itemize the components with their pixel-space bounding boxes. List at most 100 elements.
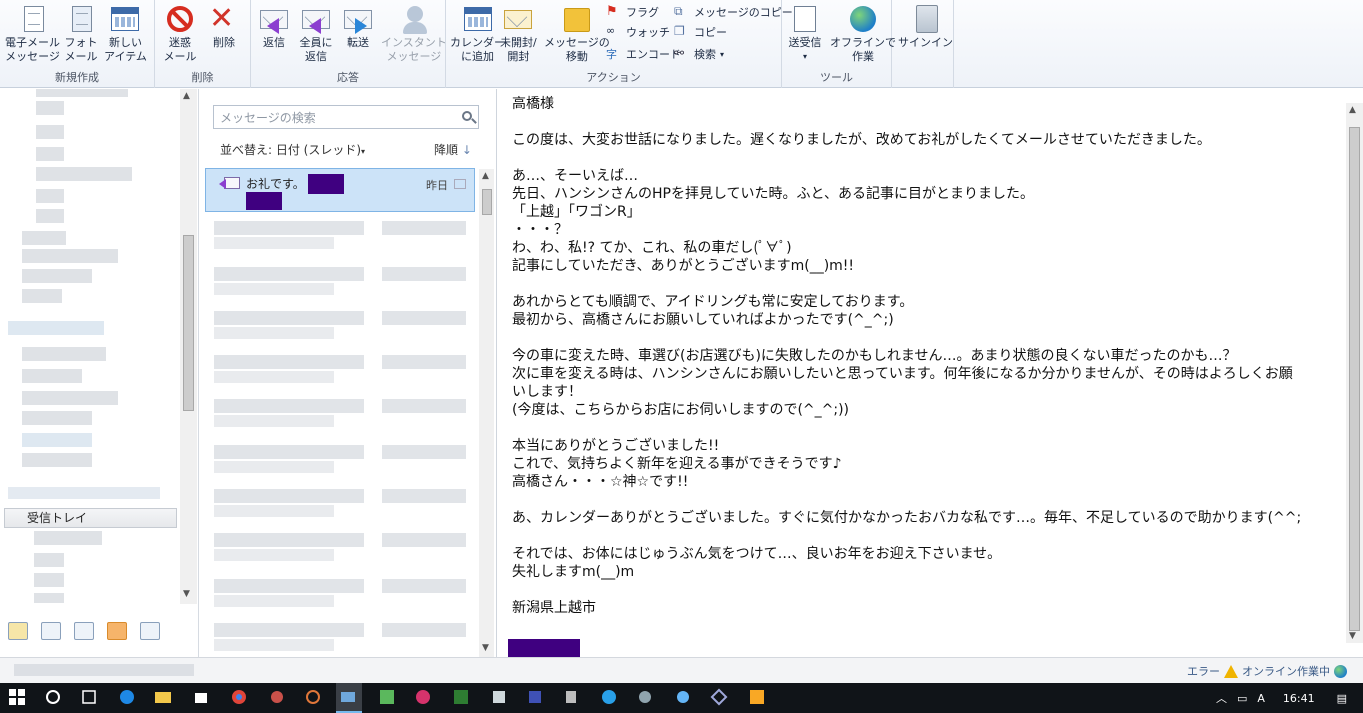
list-item[interactable] — [214, 221, 468, 251]
list-item[interactable] — [214, 399, 468, 429]
folder-item-blurred[interactable] — [36, 209, 64, 223]
folder-scrollbar[interactable]: ▲ ▼ — [180, 89, 197, 604]
unread-button[interactable]: 未開封/ 開封 — [500, 2, 537, 64]
cortana-icon[interactable] — [44, 688, 64, 708]
reply-button[interactable]: 返信 — [257, 2, 291, 50]
store-icon[interactable] — [192, 688, 212, 708]
chevron-up-icon[interactable]: ︿ — [1216, 690, 1227, 706]
folder-item-blurred[interactable] — [22, 391, 118, 405]
reading-scrollbar[interactable]: ▲ ▼ — [1346, 103, 1363, 643]
folder-item-blurred[interactable] — [36, 101, 64, 115]
battery-icon[interactable]: ▭ — [1237, 692, 1247, 705]
list-item[interactable] — [214, 311, 468, 341]
internet-explorer-icon[interactable] — [600, 688, 620, 708]
scroll-down-icon[interactable]: ▼ — [183, 589, 190, 599]
folder-item-blurred[interactable] — [34, 593, 64, 603]
calendar-module-icon[interactable] — [41, 622, 61, 640]
folder-item-blurred[interactable] — [36, 167, 132, 181]
app-icon[interactable] — [490, 688, 510, 708]
app-icon[interactable] — [526, 688, 546, 708]
list-item[interactable] — [214, 445, 468, 475]
encode-button[interactable]: 字 エンコード — [606, 44, 681, 64]
folder-item-blurred[interactable] — [8, 487, 160, 499]
folder-item-blurred[interactable] — [8, 321, 104, 335]
folder-item-blurred[interactable] — [36, 147, 64, 161]
feeds-module-icon[interactable] — [107, 622, 127, 640]
scroll-thumb[interactable] — [482, 189, 492, 215]
music-icon[interactable] — [414, 688, 434, 708]
folder-item-blurred[interactable] — [22, 433, 92, 447]
list-item[interactable] — [214, 489, 468, 519]
windows-start-icon[interactable] — [8, 688, 28, 708]
copy-message-button[interactable]: ⧉ メッセージのコピー — [674, 2, 793, 22]
junk-button[interactable]: 迷惑 メール — [163, 2, 197, 64]
app-icon[interactable] — [562, 688, 582, 708]
folder-item-blurred[interactable] — [22, 453, 92, 467]
app-icon[interactable] — [268, 688, 288, 708]
app-icon[interactable] — [304, 688, 324, 708]
list-item[interactable] — [214, 355, 468, 385]
app-icon[interactable] — [710, 688, 730, 708]
app-icon[interactable] — [636, 688, 656, 708]
mail-module-icon[interactable] — [8, 622, 28, 640]
folder-item-blurred[interactable] — [36, 89, 128, 97]
folder-item-blurred[interactable] — [22, 411, 92, 425]
flag-button[interactable]: ⚑ フラグ — [606, 2, 659, 22]
selected-message-item[interactable]: お礼です。 昨日 — [205, 168, 475, 212]
folder-item-blurred[interactable] — [34, 553, 64, 567]
folder-item-blurred[interactable] — [22, 289, 62, 303]
inbox-folder[interactable]: 受信トレイ — [4, 508, 177, 528]
list-item[interactable] — [214, 267, 468, 297]
file-explorer-icon[interactable] — [154, 688, 174, 708]
reply-all-button[interactable]: 全員に 返信 — [299, 2, 333, 64]
ime-indicator[interactable]: A — [1257, 692, 1265, 705]
app-icon[interactable] — [452, 688, 472, 708]
list-item[interactable] — [214, 533, 468, 563]
status-right[interactable]: エラー オンライン作業中 — [1187, 663, 1347, 679]
list-item[interactable] — [214, 579, 468, 609]
delete-button[interactable]: ✕ 削除 — [207, 2, 241, 50]
app-icon[interactable] — [674, 688, 694, 708]
send-receive-button[interactable]: 送受信 ▾ — [788, 2, 822, 64]
folder-item-blurred[interactable] — [34, 573, 64, 587]
task-view-icon[interactable] — [80, 688, 100, 708]
photo-mail-button[interactable]: フォト メール — [64, 2, 98, 64]
sign-in-button[interactable]: サインイン — [898, 2, 953, 50]
list-item[interactable] — [214, 623, 468, 653]
folder-item-blurred[interactable] — [22, 269, 92, 283]
folder-item-blurred[interactable] — [36, 125, 64, 139]
find-button[interactable]: ⚯ 検索 ▾ — [674, 44, 724, 64]
move-message-button[interactable]: メッセージの 移動 — [544, 2, 610, 64]
search-input[interactable]: メッセージの検索 — [213, 105, 479, 129]
list-scrollbar[interactable]: ▲ ▼ — [479, 169, 494, 657]
folder-item-blurred[interactable] — [22, 249, 118, 263]
search-icon[interactable] — [462, 111, 472, 121]
folder-item-blurred[interactable] — [36, 189, 64, 203]
scroll-down-icon[interactable]: ▼ — [482, 643, 489, 653]
new-mail-button[interactable]: 電子メール メッセージ — [5, 2, 60, 64]
scroll-up-icon[interactable]: ▲ — [1349, 105, 1356, 115]
work-offline-button[interactable]: オフラインで 作業 — [830, 2, 896, 64]
edge-icon[interactable] — [118, 688, 138, 708]
chrome-icon[interactable] — [230, 688, 250, 708]
forward-button[interactable]: 転送 — [341, 2, 375, 50]
app-icon[interactable] — [748, 688, 768, 708]
scroll-up-icon[interactable]: ▲ — [183, 91, 190, 101]
instant-message-button[interactable]: インスタント メッセージ — [381, 2, 447, 64]
photos-icon[interactable] — [378, 688, 398, 708]
newsgroups-module-icon[interactable] — [140, 622, 160, 640]
mail-app-icon[interactable] — [339, 688, 359, 708]
scroll-down-icon[interactable]: ▼ — [1349, 631, 1356, 641]
watch-button[interactable]: ∞ ウォッチ — [606, 22, 670, 42]
copy-button[interactable]: ❐ コピー — [674, 22, 727, 42]
folder-item-blurred[interactable] — [22, 231, 66, 245]
sort-order-toggle[interactable]: 降順 ↓ — [434, 141, 472, 158]
notification-icon[interactable]: ▤ — [1337, 692, 1347, 705]
folder-item-blurred[interactable] — [34, 531, 102, 545]
new-item-button[interactable]: 新しい アイテム — [104, 2, 147, 64]
add-calendar-button[interactable]: カレンダー に追加 — [450, 2, 505, 64]
folder-item-blurred[interactable] — [22, 347, 106, 361]
scroll-thumb[interactable] — [183, 235, 194, 411]
scroll-up-icon[interactable]: ▲ — [482, 171, 489, 181]
sort-dropdown[interactable]: 並べ替え: 日付 (スレッド)▾ — [220, 141, 365, 158]
